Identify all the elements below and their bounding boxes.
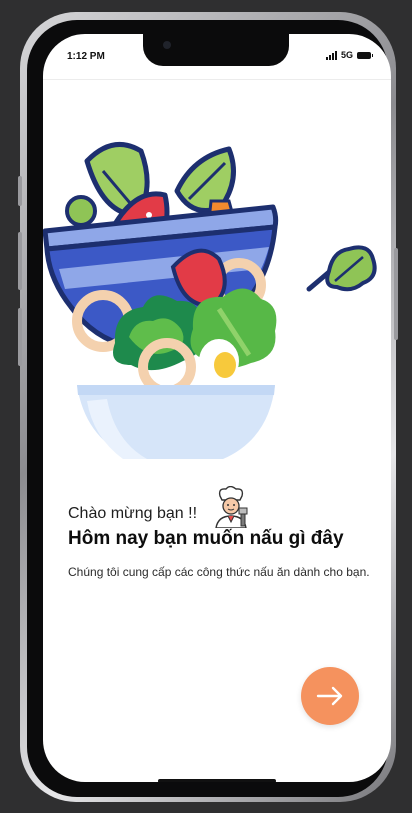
description-text: Chúng tôi cung cấp các công thức nấu ăn … — [68, 565, 370, 579]
signal-icon — [325, 50, 337, 60]
salad-bowl-illustration — [43, 142, 377, 459]
status-time: 1:12 PM — [67, 51, 105, 62]
greeting-text: Chào mừng bạn !! — [68, 505, 198, 522]
camera-icon — [163, 41, 171, 49]
volume-up-button — [18, 232, 22, 290]
arrow-right-icon — [316, 686, 343, 706]
home-indicator[interactable] — [158, 779, 276, 782]
next-button[interactable] — [301, 667, 359, 725]
chef-icon — [215, 486, 248, 528]
notch — [143, 34, 289, 66]
app-screen: 1:12 PM 5G Chào mừng bạn !! Hôm nay bạn … — [43, 34, 391, 782]
page-title: Hôm nay bạn muốn nấu gì đây — [68, 528, 344, 549]
mute-switch — [18, 176, 22, 206]
power-button — [394, 248, 398, 340]
header-divider — [43, 79, 391, 80]
network-label: 5G — [340, 50, 353, 60]
status-icons: 5G — [325, 50, 373, 60]
volume-down-button — [18, 308, 22, 366]
battery-icon — [357, 51, 373, 59]
